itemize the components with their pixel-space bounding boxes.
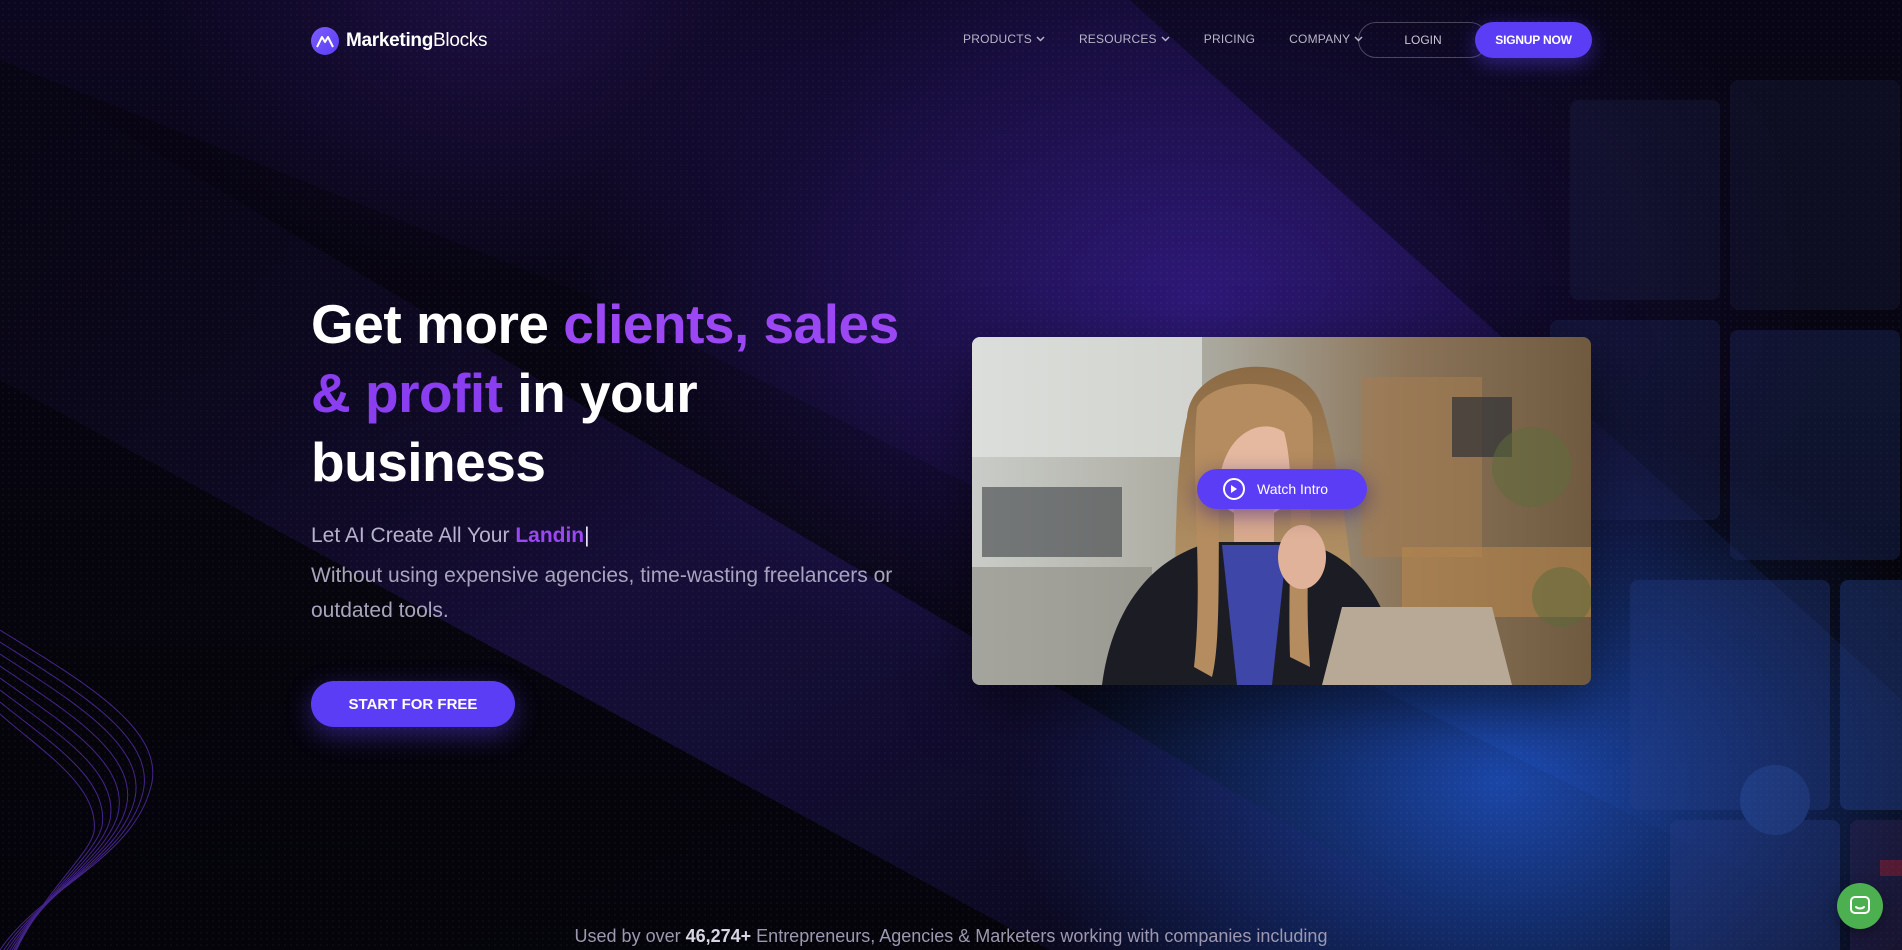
chevron-down-icon	[1036, 35, 1045, 42]
watch-intro-label: Watch Intro	[1257, 481, 1329, 497]
headline-accent-2: & profit	[311, 362, 503, 424]
headline-text-3: business	[311, 431, 546, 493]
wave-lines-decoration	[0, 629, 154, 950]
chat-icon	[1850, 896, 1870, 914]
typing-caret: |	[584, 524, 590, 547]
hero-headline: Get more clients, sales & profit in your b…	[311, 290, 951, 497]
dot-texture	[0, 0, 1902, 950]
diagonal-light-beams	[0, 0, 1902, 950]
hero-description: Without using expensive agencies, time-w…	[311, 564, 893, 622]
logo-text: MarketingBlocks	[346, 30, 488, 51]
intro-video-thumbnail[interactable]	[972, 337, 1591, 685]
typed-prefix: Let AI Create All Your	[311, 524, 516, 547]
menu-item-label: COMPANY	[1289, 32, 1351, 46]
landing-page: MarketingBlocks PRODUCTS RESOURCES PRICI…	[0, 0, 1902, 950]
template-mockups-collage	[1550, 80, 1902, 950]
used-by-prefix: Used by over	[574, 926, 686, 946]
menu-item-label: PRICING	[1203, 32, 1256, 46]
headline-accent: clients, sales	[563, 293, 899, 355]
login-button[interactable]: LOGIN	[1358, 22, 1488, 58]
chevron-down-icon	[1161, 35, 1170, 42]
watch-intro-button[interactable]: Watch Intro	[1197, 469, 1367, 509]
signup-button[interactable]: SIGNUP NOW	[1475, 22, 1592, 58]
social-proof-line: Used by over 46,274+ Entrepreneurs, Agen…	[0, 926, 1902, 947]
menu-item-label: PRODUCTS	[963, 32, 1032, 46]
logo-mark-icon	[311, 27, 339, 55]
typed-word: Landin	[515, 524, 585, 547]
headline-text-2: in your	[502, 362, 698, 424]
play-circle-icon	[1223, 478, 1245, 500]
main-menu: PRODUCTS RESOURCES PRICING COMPANY	[963, 32, 1397, 46]
headline-text: Get more	[311, 293, 564, 355]
start-for-free-button[interactable]: START FOR FREE	[311, 681, 515, 727]
used-by-suffix: Entrepreneurs, Agencies & Marketers work…	[751, 926, 1328, 946]
video-scene-illustration	[972, 337, 1591, 685]
menu-item-label: RESOURCES	[1078, 32, 1157, 46]
menu-item-company[interactable]: COMPANY	[1289, 32, 1363, 46]
menu-item-pricing[interactable]: PRICING	[1204, 32, 1255, 46]
user-count: 46,274+	[685, 926, 752, 946]
typed-subheadline: Let AI Create All Your Landin|	[311, 524, 590, 548]
background	[0, 0, 1902, 950]
logo[interactable]: MarketingBlocks	[311, 27, 488, 55]
menu-item-products[interactable]: PRODUCTS	[963, 32, 1045, 46]
chat-widget-button[interactable]	[1837, 883, 1883, 929]
menu-item-resources[interactable]: RESOURCES	[1079, 32, 1170, 46]
top-navigation: MarketingBlocks PRODUCTS RESOURCES PRICI…	[0, 0, 1902, 84]
